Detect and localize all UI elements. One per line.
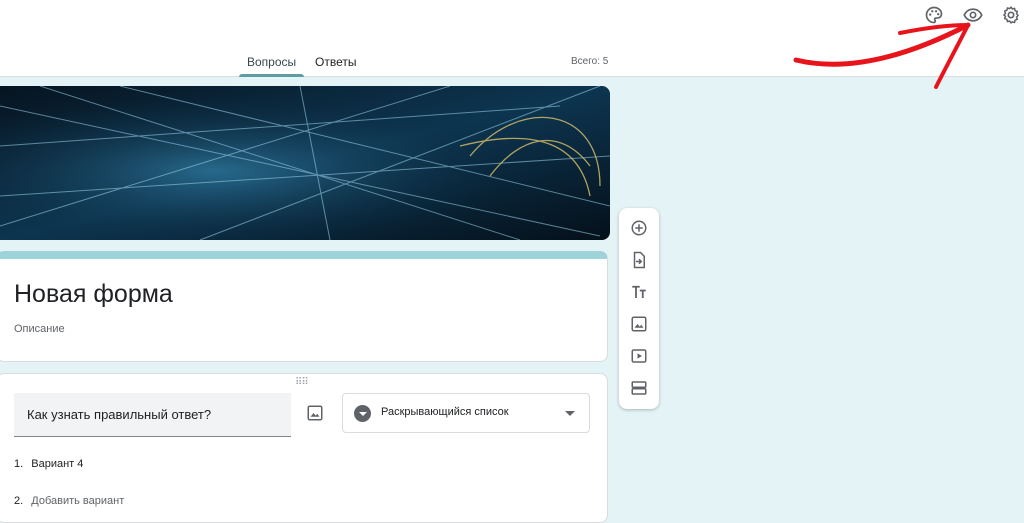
option-number: 2. [14,495,24,507]
section-icon[interactable] [629,378,649,398]
list-item[interactable]: 1. Вариант 4 [14,458,83,470]
option-label[interactable]: Вариант 4 [31,458,83,470]
floating-toolbar [619,208,659,409]
question-card[interactable]: ⠿⠿ Как узнать правильный ответ? Раскрыва… [0,373,608,523]
video-icon[interactable] [629,346,649,366]
question-type-label: Раскрывающийся список [381,406,509,418]
form-description[interactable]: Описание [14,323,65,335]
drag-handle-icon[interactable]: ⠿⠿ [295,377,309,388]
question-input[interactable]: Как узнать правильный ответ? [14,393,291,437]
form-title-card: Новая форма Описание [0,251,608,362]
import-questions-icon[interactable] [629,250,649,270]
title-text-icon[interactable] [629,282,649,302]
question-type-select[interactable]: Раскрывающийся список [342,393,590,433]
add-question-icon[interactable] [629,218,649,238]
image-icon[interactable] [629,314,649,334]
form-title[interactable]: Новая форма [14,280,173,309]
tab-questions[interactable]: Вопросы [238,50,305,77]
add-image-icon[interactable] [306,404,324,422]
dropdown-type-icon [354,405,371,422]
add-option-link[interactable]: Добавить вариант [31,495,124,507]
option-number: 1. [14,458,24,470]
total-points: Всего: 5 [571,56,609,67]
gear-icon[interactable] [1000,4,1022,26]
add-option-row[interactable]: 2. Добавить вариант [14,495,124,507]
chevron-down-icon [565,411,575,416]
header-image [0,86,610,240]
annotation-arrow [793,22,971,89]
tab-responses[interactable]: Ответы [315,50,356,76]
